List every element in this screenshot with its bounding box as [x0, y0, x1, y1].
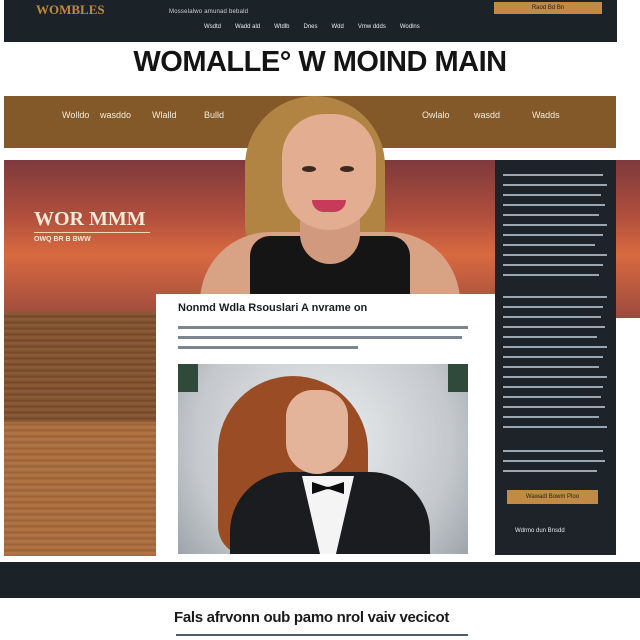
top-nav-item[interactable]: Wtdlb [274, 24, 289, 30]
hero-portrait-image [200, 96, 460, 296]
top-navigation: Wsdtd Wadd ald Wtdlb Dnes Wdd Vmw ddds W… [204, 24, 420, 30]
article-card[interactable]: Nonmd Wdla Rsouslari A nvrame on [156, 294, 496, 556]
sidebar-text-line [503, 386, 603, 388]
sidebar-footer-text: Wdrmo dun Bnsdd [515, 528, 565, 534]
main-nav-item[interactable]: Wolldo [62, 110, 89, 120]
sidebar-text-line [503, 296, 607, 298]
hero-subtitle: OWQ BR B BWW [34, 236, 91, 243]
sidebar-text-line [503, 174, 603, 176]
top-nav-item[interactable]: Wsdtd [204, 24, 221, 30]
footer-caption: Fals afrvonn oub pamo nrol vaiv vecicot [174, 609, 450, 626]
sidebar-text-line [503, 396, 601, 398]
sidebar-text-line [503, 336, 597, 338]
article-photo [178, 364, 468, 554]
sidebar-text-line [503, 316, 601, 318]
article-title[interactable]: Nonmd Wdla Rsouslari A nvrame on [178, 302, 367, 314]
sidebar-text-line [503, 184, 607, 186]
photo-corner [178, 364, 198, 392]
photo-corner [448, 364, 468, 392]
sidebar-text-line [503, 406, 605, 408]
landscape-image [4, 312, 156, 556]
footer-bar [0, 562, 640, 598]
site-logo[interactable]: WOMBLES [36, 2, 105, 18]
sidebar-text-line [503, 450, 603, 452]
portrait-eye [302, 166, 316, 172]
sidebar-action-button[interactable]: Wawadl Bowm Ploo [507, 490, 598, 504]
hero-title: WOR MMM [34, 208, 146, 230]
sidebar-text-line [503, 376, 607, 378]
sidebar-text-line [503, 214, 599, 216]
portrait-mouth [312, 200, 346, 212]
sidebar-action-label: Wawadl Bowm Ploo [525, 494, 580, 500]
top-nav-item[interactable]: Vmw ddds [358, 24, 386, 30]
footer-rule [176, 634, 468, 636]
sidebar-text-line [503, 356, 603, 358]
sidebar-text-line [503, 470, 597, 472]
top-nav-item[interactable]: Wadd ald [235, 24, 260, 30]
article-text-line [178, 346, 358, 349]
sidebar-text-line [503, 346, 607, 348]
sidebar-text-line [503, 460, 605, 462]
top-header-bar: WOMBLES Mosselalwo amunad bebald Wsdtd W… [4, 0, 617, 42]
main-nav-item[interactable]: Wlalld [152, 110, 177, 120]
sidebar-text-line [503, 254, 607, 256]
portrait-face [282, 114, 376, 230]
header-cta-button[interactable]: Raod Bd Bn [494, 2, 602, 14]
header-cta-label: Raod Bd Bn [531, 5, 565, 11]
top-nav-item[interactable]: Wdd [332, 24, 344, 30]
page-headline: WOMALLE° W MOIND MAIN [133, 46, 507, 78]
portrait-eye [340, 166, 354, 172]
top-nav-item[interactable]: Wodlns [400, 24, 420, 30]
article-text-line [178, 336, 462, 339]
sidebar-text-line [503, 274, 599, 276]
article-text-line [178, 326, 468, 329]
main-nav-item[interactable]: wasdd [474, 110, 500, 120]
sidebar-text-line [503, 326, 605, 328]
sidebar-text-line [503, 234, 603, 236]
sidebar-text-line [503, 244, 595, 246]
hero-divider [34, 232, 150, 233]
top-nav-item[interactable]: Dnes [303, 24, 317, 30]
sidebar-text-line [503, 264, 603, 266]
sidebar-text-line [503, 366, 599, 368]
main-nav-item[interactable]: Wadds [532, 110, 560, 120]
sidebar-panel: Wawadl Bowm Ploo Wdrmo dun Bnsdd [495, 160, 616, 555]
sidebar-text-line [503, 204, 605, 206]
main-nav-item[interactable]: wasddo [100, 110, 131, 120]
sidebar-text-line [503, 194, 601, 196]
sidebar-text-line [503, 224, 607, 226]
photo-face [286, 390, 348, 474]
header-tagline: Mosselalwo amunad bebald [169, 9, 249, 15]
sidebar-text-line [503, 416, 599, 418]
sidebar-text-line [503, 426, 607, 428]
sidebar-text-line [503, 306, 603, 308]
